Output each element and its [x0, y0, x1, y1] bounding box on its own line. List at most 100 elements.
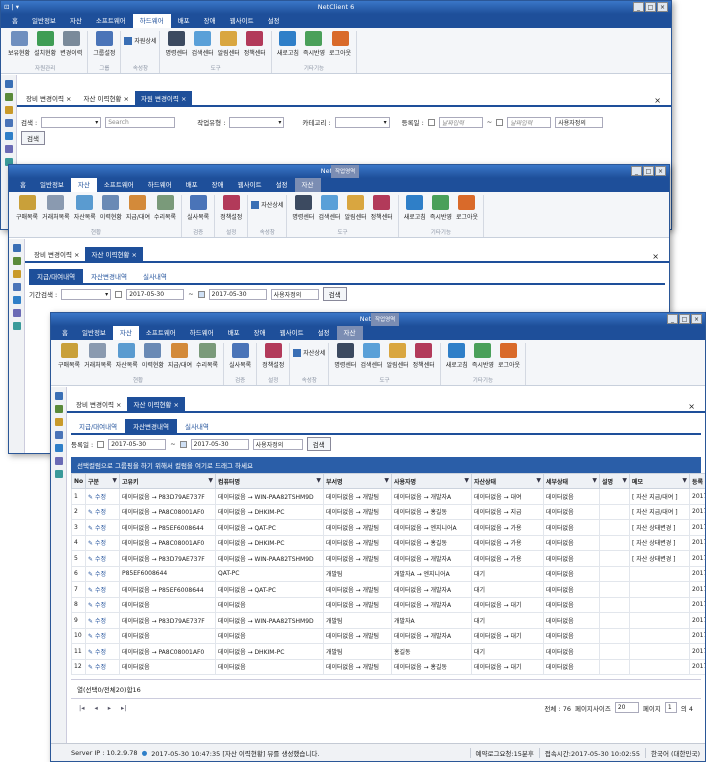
ribbon-button[interactable]: 거래처목록 [82, 343, 114, 369]
column-header[interactable]: 고유키 ▼ [119, 473, 216, 489]
column-header[interactable]: 설명 ▼ [599, 473, 630, 489]
column-header[interactable]: 사용자명 ▼ [391, 473, 472, 489]
ribbon-button[interactable]: 실사목록 [185, 195, 211, 221]
table-row[interactable]: 2 ✎ 수정 데이터없음 → PA8C08001AF0 데이터없음 → DHKIM-P… [71, 503, 705, 520]
detail-toggle[interactable]: 자원상세 [124, 36, 156, 45]
ribbon-button[interactable]: 새로고침 [275, 31, 301, 57]
edit-icon[interactable]: ✎ [88, 494, 95, 501]
home-icon[interactable] [4, 80, 13, 88]
filter-icon[interactable]: ▼ [682, 477, 687, 484]
ribbon-button[interactable]: 지급/대여 [166, 343, 194, 369]
user-icon[interactable] [12, 257, 21, 265]
edit-icon[interactable]: ✎ [88, 587, 95, 594]
ribbon-button[interactable]: 수리목록 [194, 343, 220, 369]
user-icon[interactable] [54, 405, 63, 413]
search-button[interactable]: 검색 [322, 287, 347, 301]
date-to-checkbox[interactable] [179, 440, 187, 448]
filter-icon[interactable]: ▼ [316, 477, 321, 484]
filter-icon[interactable]: ▼ [384, 477, 389, 484]
column-header[interactable]: 컴퓨터명 ▼ [215, 473, 324, 489]
table-row[interactable]: 5 ✎ 수정 데이터없음 → P83D79AE737F 데이터없음 → WIN-PAA… [71, 550, 705, 567]
ribbon-button[interactable]: 정책센터 [411, 343, 437, 369]
edit-icon[interactable]: ✎ [88, 556, 95, 563]
ribbon-button[interactable]: 그룹설정 [91, 31, 117, 57]
ribbon-button[interactable]: 새로고침 [402, 195, 428, 221]
detail-toggle[interactable]: 자산상세 [293, 348, 325, 357]
menu-3[interactable]: 소프트웨어 [97, 178, 141, 192]
table-row[interactable]: 1 ✎ 수정 데이터없음 → P83D79AE737F 데이터없음 → WIN-PAA… [71, 488, 705, 505]
edit-icon[interactable]: ✎ [88, 602, 95, 609]
menu-6[interactable]: 장애 [197, 14, 223, 28]
minimize-button[interactable]: _ [633, 2, 644, 12]
maximize-button[interactable]: □ [645, 2, 656, 12]
edit-icon[interactable]: ✎ [88, 540, 95, 547]
ribbon-button[interactable]: 검색센터 [190, 31, 216, 57]
ribbon-button[interactable]: 이력현황 [140, 343, 166, 369]
menu-1[interactable]: 일반정보 [25, 14, 63, 28]
list-icon[interactable] [4, 119, 13, 127]
ribbon-button[interactable]: 검색센터 [358, 343, 384, 369]
menu-0[interactable]: 홈 [5, 14, 25, 28]
column-header[interactable]: No [71, 473, 86, 489]
sub-tab[interactable]: 실사내역 [135, 269, 175, 283]
work-type-select[interactable]: ▾ [229, 116, 285, 128]
ribbon-button[interactable]: 구매목록 [14, 195, 40, 221]
date-from-checkbox[interactable] [115, 290, 123, 298]
ribbon-button[interactable]: 로그아웃 [454, 195, 480, 221]
column-header[interactable]: 구분 ▼ [85, 473, 120, 489]
menu-4[interactable]: 하드웨어 [132, 14, 171, 28]
filter-icon[interactable]: ▼ [622, 477, 627, 484]
date-from-checkbox[interactable] [427, 118, 435, 126]
date-to-input[interactable]: 2017-05-30 [190, 438, 249, 450]
table-row[interactable]: 3 ✎ 수정 데이터없음 → P85EF6008644 데이터없음 → QAT-PC 데… [71, 519, 705, 536]
doc-tab[interactable]: 자원 변경이력 × [134, 91, 193, 105]
menu-0[interactable]: 홈 [55, 326, 75, 340]
minimize-button[interactable]: _ [631, 166, 642, 176]
group-panel[interactable]: 선택컬럼으로 그룹핑을 하기 위해서 컬럼을 여기로 드래그 하세요 [71, 457, 701, 473]
ribbon-button[interactable]: 수리목록 [152, 195, 178, 221]
ribbon-button[interactable]: 명령센터 [332, 343, 358, 369]
menu-3[interactable]: 소프트웨어 [89, 14, 133, 28]
menu-0[interactable]: 홈 [13, 178, 33, 192]
period-select[interactable]: ▾ [61, 288, 112, 300]
close-icon[interactable]: × [646, 250, 665, 263]
menu-context[interactable]: 자산 [294, 178, 321, 192]
ribbon-button[interactable]: 새로고침 [444, 343, 470, 369]
doc-tab[interactable]: 자산 이력현황 × [127, 397, 185, 411]
ribbon-button[interactable]: 로그아웃 [327, 31, 353, 57]
doc-tab[interactable]: 자산 이력현황 × [77, 91, 134, 105]
menu-8[interactable]: 설정 [311, 326, 337, 340]
menu-5[interactable]: 배포 [179, 178, 205, 192]
ribbon-button[interactable]: 구매목록 [56, 343, 82, 369]
menu-5[interactable]: 배포 [171, 14, 197, 28]
sub-tab[interactable]: 자산변경내역 [83, 269, 135, 283]
column-header[interactable]: 자산상태 ▼ [471, 473, 544, 489]
table-row[interactable]: 12 ✎ 수정 데이터없음 데이터없음 데이터없음 → 개발팀 데이터없음 → 홍길동 데이… [71, 658, 705, 675]
pager-nav-button[interactable]: ▸ [108, 704, 111, 712]
table-row[interactable]: 8 ✎ 수정 데이터없음 데이터없음 데이터없음 → 개발팀 데이터없음 → 개발자A 데이… [71, 596, 705, 613]
table-row[interactable]: 7 ✎ 수정 데이터없음 → P85EF6008644 데이터없음 → QAT-PC 데… [71, 581, 705, 598]
ribbon-button[interactable]: 자산목록 [72, 195, 98, 221]
ribbon-button[interactable]: 정책설정 [260, 343, 286, 369]
hardware-icon[interactable] [4, 132, 13, 140]
ribbon-button[interactable]: 로그아웃 [496, 343, 522, 369]
menu-6[interactable]: 장애 [247, 326, 273, 340]
ribbon-button[interactable]: 즉시반영 [428, 195, 454, 221]
ribbon-button[interactable]: 변경이력 [58, 31, 84, 57]
asset-icon[interactable] [54, 418, 63, 426]
ribbon-button[interactable]: 알림센터 [343, 195, 369, 221]
date-from-input[interactable]: 날짜입력 [438, 116, 483, 128]
menu-8[interactable]: 설정 [261, 14, 287, 28]
pager-nav-button[interactable]: ▸| [121, 704, 126, 712]
date-to-input[interactable]: 2017-05-30 [208, 288, 267, 300]
sub-tab[interactable]: 자산변경내역 [125, 419, 177, 433]
ribbon-button[interactable]: 보유현황 [6, 31, 32, 57]
menu-5[interactable]: 배포 [221, 326, 247, 340]
reserve-log[interactable]: 예약로그요청:15분후 [469, 747, 539, 758]
network-icon[interactable] [4, 145, 13, 153]
search-button[interactable]: 검색 [306, 437, 331, 451]
user-icon[interactable] [4, 93, 13, 101]
filter-icon[interactable]: ▼ [112, 477, 117, 484]
menu-1[interactable]: 일반정보 [33, 178, 71, 192]
ribbon-button[interactable]: 설치현황 [32, 31, 58, 57]
